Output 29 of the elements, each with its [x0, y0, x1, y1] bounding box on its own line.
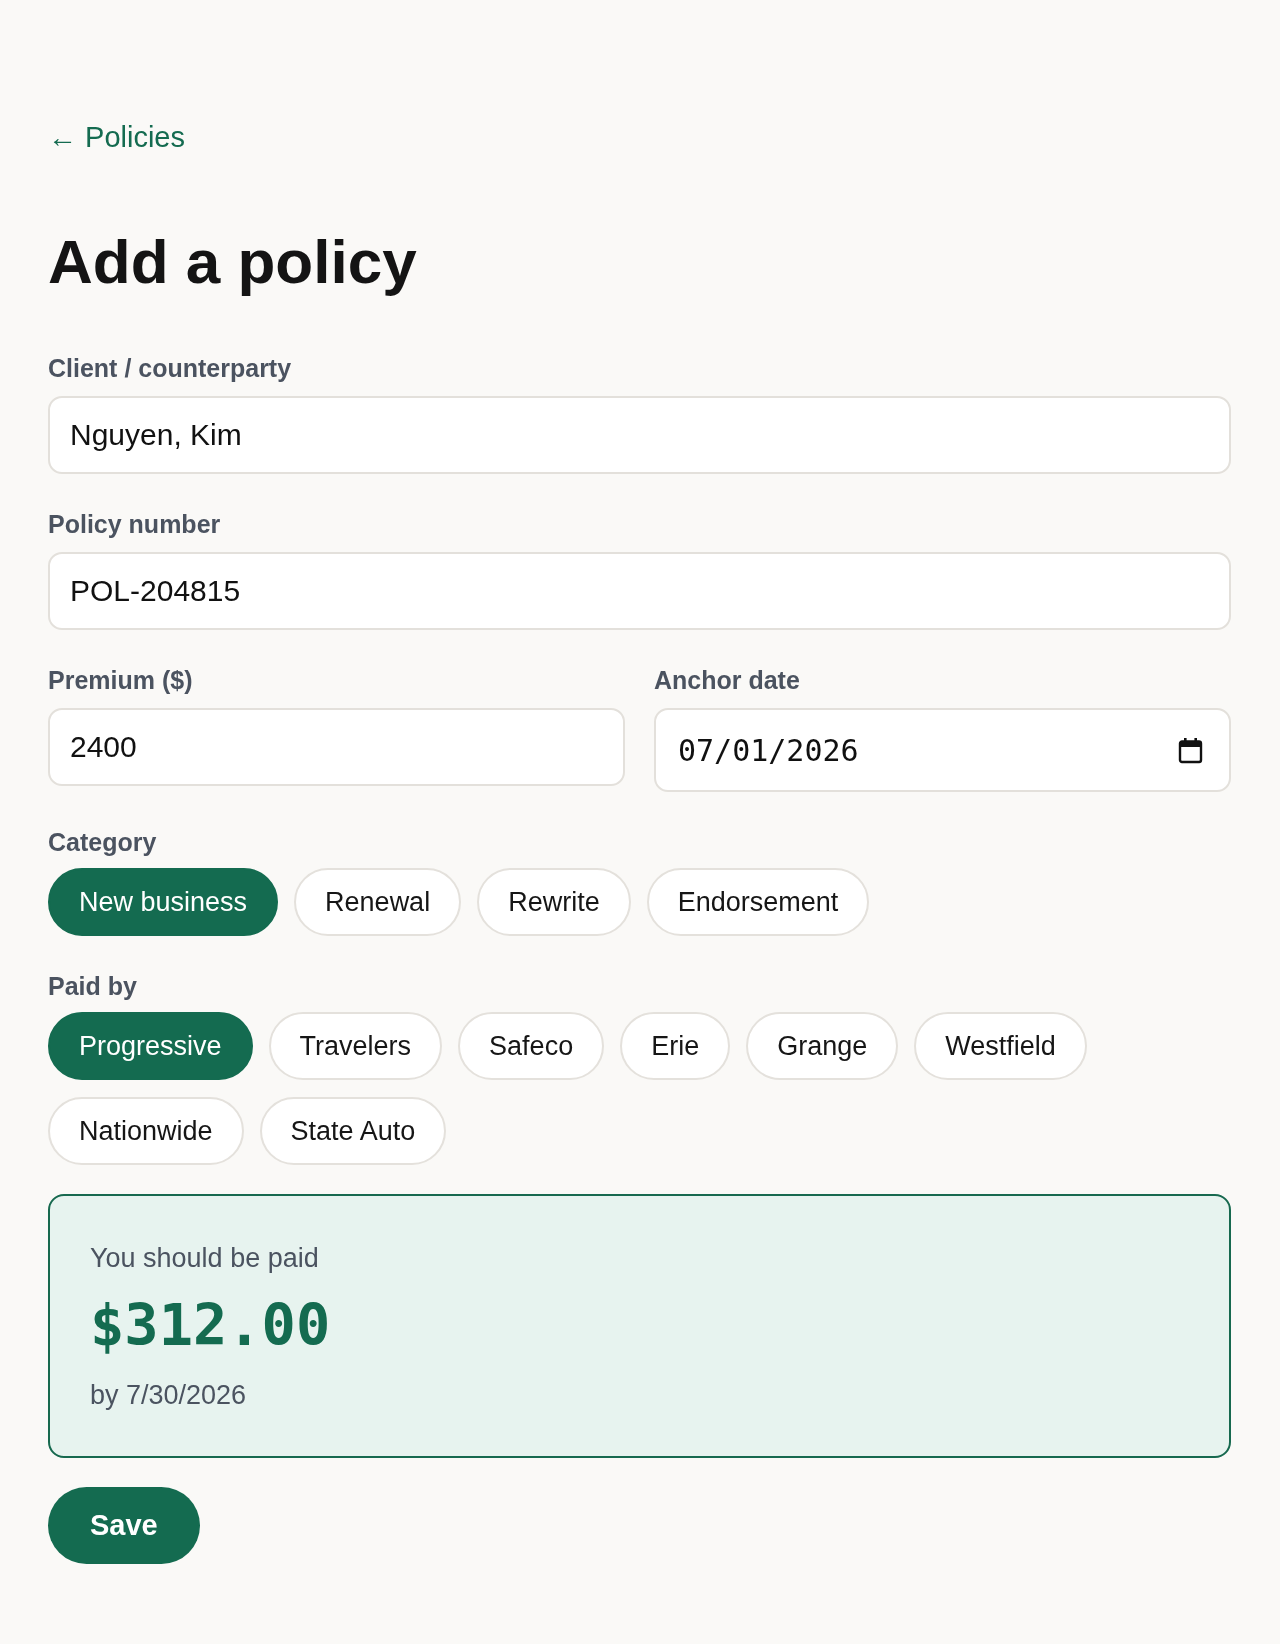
save-button[interactable]: Save — [48, 1487, 200, 1565]
option-chip[interactable]: Nationwide — [48, 1097, 244, 1166]
calendar-icon[interactable] — [1178, 736, 1203, 764]
option-chip[interactable]: Rewrite — [477, 868, 631, 937]
option-chip[interactable]: Grange — [746, 1012, 899, 1081]
due-date-text: by 7/30/2026 — [90, 1378, 247, 1412]
option-chip[interactable]: State Auto — [259, 1097, 447, 1166]
option-chip[interactable]: Progressive — [48, 1012, 253, 1081]
field-label: Category — [48, 827, 157, 858]
option-chip[interactable]: New business — [48, 868, 279, 937]
option-chip[interactable]: Erie — [620, 1012, 731, 1081]
field-label: Paid by — [48, 971, 137, 1002]
option-chip[interactable]: Travelers — [268, 1012, 443, 1081]
field-label: Premium ($) — [48, 665, 193, 696]
payout-amount: $312.00 — [90, 1290, 331, 1359]
page-title: Add a policy — [48, 225, 418, 298]
field-label: Client / counterparty — [48, 353, 292, 384]
payout-caption: You should be paid — [90, 1242, 319, 1275]
option-chip[interactable]: Renewal — [294, 868, 462, 937]
back-link[interactable]: ← Policies — [48, 120, 185, 155]
option-chip[interactable]: Endorsement — [646, 868, 870, 937]
text-input[interactable]: Nguyen, Kim — [48, 396, 1231, 475]
option-chip[interactable]: Westfield — [914, 1012, 1087, 1081]
date-field[interactable]: 07/01/2026 — [654, 708, 1231, 793]
text-input[interactable]: POL-204815 — [48, 552, 1231, 631]
field-label: Anchor date — [654, 665, 800, 696]
text-input[interactable]: 2400 — [48, 708, 625, 787]
field-label: Policy number — [48, 509, 221, 540]
option-chip[interactable]: Safeco — [458, 1012, 605, 1081]
